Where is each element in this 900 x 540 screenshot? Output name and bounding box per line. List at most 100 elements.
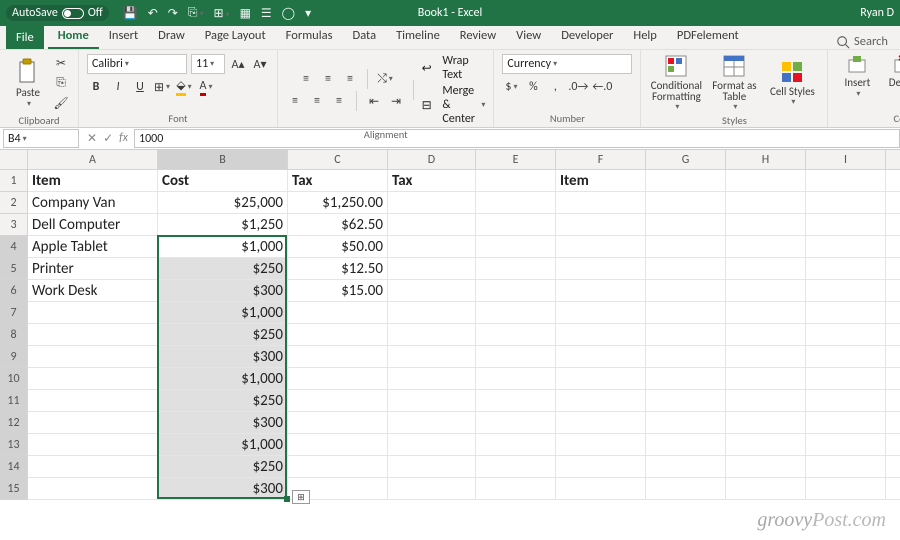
column-header-C[interactable]: C (288, 150, 388, 170)
cell-D11[interactable] (388, 390, 476, 412)
cell-G5[interactable] (646, 258, 726, 280)
cell-E4[interactable] (476, 236, 556, 258)
cell-D5[interactable] (388, 258, 476, 280)
cell-F14[interactable] (556, 456, 646, 478)
cell-J3[interactable] (886, 214, 900, 236)
cell-A14[interactable] (28, 456, 158, 478)
cell-I2[interactable] (806, 192, 886, 214)
tab-formulas[interactable]: Formulas (276, 24, 343, 49)
cancel-formula-button[interactable]: ✕ (87, 131, 97, 146)
cell-G7[interactable] (646, 302, 726, 324)
cell-B9[interactable]: $300 (158, 346, 288, 368)
cell-D15[interactable] (388, 478, 476, 500)
cell-I7[interactable] (806, 302, 886, 324)
cell-F11[interactable] (556, 390, 646, 412)
fill-color-button[interactable]: ⬙ (175, 78, 193, 96)
cell-B12[interactable]: $300 (158, 412, 288, 434)
cell-I3[interactable] (806, 214, 886, 236)
cell-H14[interactable] (726, 456, 806, 478)
cell-A9[interactable] (28, 346, 158, 368)
cell-F5[interactable] (556, 258, 646, 280)
cell-D6[interactable] (388, 280, 476, 302)
cell-C10[interactable] (288, 368, 388, 390)
cell-G2[interactable] (646, 192, 726, 214)
column-header-G[interactable]: G (646, 150, 726, 170)
column-header-D[interactable]: D (388, 150, 476, 170)
cell-B1[interactable]: Cost (158, 170, 288, 192)
cell-E8[interactable] (476, 324, 556, 346)
cell-B8[interactable]: $250 (158, 324, 288, 346)
cell-D1[interactable]: Tax (388, 170, 476, 192)
cell-J11[interactable] (886, 390, 900, 412)
decrease-decimal-button[interactable]: ←.0 (592, 78, 612, 96)
cell-G13[interactable] (646, 434, 726, 456)
cell-D9[interactable] (388, 346, 476, 368)
cell-B3[interactable]: $1,250 (158, 214, 288, 236)
row-header[interactable]: 13 (0, 434, 28, 456)
cell-B4[interactable]: $1,000 (158, 236, 288, 258)
cell-H1[interactable] (726, 170, 806, 192)
cell-H15[interactable] (726, 478, 806, 500)
cell-D13[interactable] (388, 434, 476, 456)
cell-A6[interactable]: Work Desk (28, 280, 158, 302)
format-painter-button[interactable]: 🖌 (52, 94, 70, 112)
tab-file[interactable]: File (6, 26, 44, 49)
cell-B11[interactable]: $250 (158, 390, 288, 412)
cell-H10[interactable] (726, 368, 806, 390)
align-top-button[interactable]: ≡ (297, 70, 315, 88)
cell-E7[interactable] (476, 302, 556, 324)
cell-I9[interactable] (806, 346, 886, 368)
cell-D7[interactable] (388, 302, 476, 324)
cell-J4[interactable] (886, 236, 900, 258)
tab-review[interactable]: Review (450, 24, 506, 49)
cell-C12[interactable] (288, 412, 388, 434)
orientation-button[interactable]: ⤭ (376, 70, 394, 88)
underline-button[interactable]: U (131, 78, 149, 96)
tab-pdfelement[interactable]: PDFelement (667, 24, 749, 49)
cell-H8[interactable] (726, 324, 806, 346)
cell-A5[interactable]: Printer (28, 258, 158, 280)
qat-dropdown-icon[interactable]: ▾ (305, 6, 311, 21)
cell-G12[interactable] (646, 412, 726, 434)
cell-E9[interactable] (476, 346, 556, 368)
border-button[interactable]: ⊞ (153, 78, 171, 96)
cell-J14[interactable] (886, 456, 900, 478)
font-name-select[interactable]: Calibri (87, 54, 187, 74)
cell-D12[interactable] (388, 412, 476, 434)
tab-timeline[interactable]: Timeline (386, 24, 450, 49)
row-header[interactable]: 9 (0, 346, 28, 368)
cell-I15[interactable] (806, 478, 886, 500)
save-icon[interactable]: 💾 (123, 6, 138, 21)
cell-A3[interactable]: Dell Computer (28, 214, 158, 236)
row-header[interactable]: 14 (0, 456, 28, 478)
qat-item[interactable]: ⊞ (213, 6, 229, 21)
cell-H7[interactable] (726, 302, 806, 324)
copy-button[interactable]: ⎘ (52, 74, 70, 92)
cell-F15[interactable] (556, 478, 646, 500)
cell-H12[interactable] (726, 412, 806, 434)
cell-B14[interactable]: $250 (158, 456, 288, 478)
cut-button[interactable]: ✂ (52, 54, 70, 72)
align-bottom-button[interactable]: ≡ (341, 70, 359, 88)
row-header[interactable]: 11 (0, 390, 28, 412)
cell-E11[interactable] (476, 390, 556, 412)
cell-G15[interactable] (646, 478, 726, 500)
cell-J12[interactable] (886, 412, 900, 434)
increase-font-button[interactable]: A▴ (229, 55, 247, 73)
row-header[interactable]: 2 (0, 192, 28, 214)
cell-H11[interactable] (726, 390, 806, 412)
cell-C4[interactable]: $50.00 (288, 236, 388, 258)
cell-B5[interactable]: $250 (158, 258, 288, 280)
cell-F3[interactable] (556, 214, 646, 236)
cell-B15[interactable]: $300 (158, 478, 288, 500)
autosave-toggle[interactable]: AutoSave Off (6, 5, 109, 21)
bold-button[interactable]: B (87, 78, 105, 96)
qat-item[interactable]: ▦ (240, 6, 251, 21)
cell-D8[interactable] (388, 324, 476, 346)
cell-J13[interactable] (886, 434, 900, 456)
cell-I4[interactable] (806, 236, 886, 258)
cell-G6[interactable] (646, 280, 726, 302)
cell-A8[interactable] (28, 324, 158, 346)
cell-A1[interactable]: Item (28, 170, 158, 192)
enter-formula-button[interactable]: ✓ (103, 131, 113, 146)
